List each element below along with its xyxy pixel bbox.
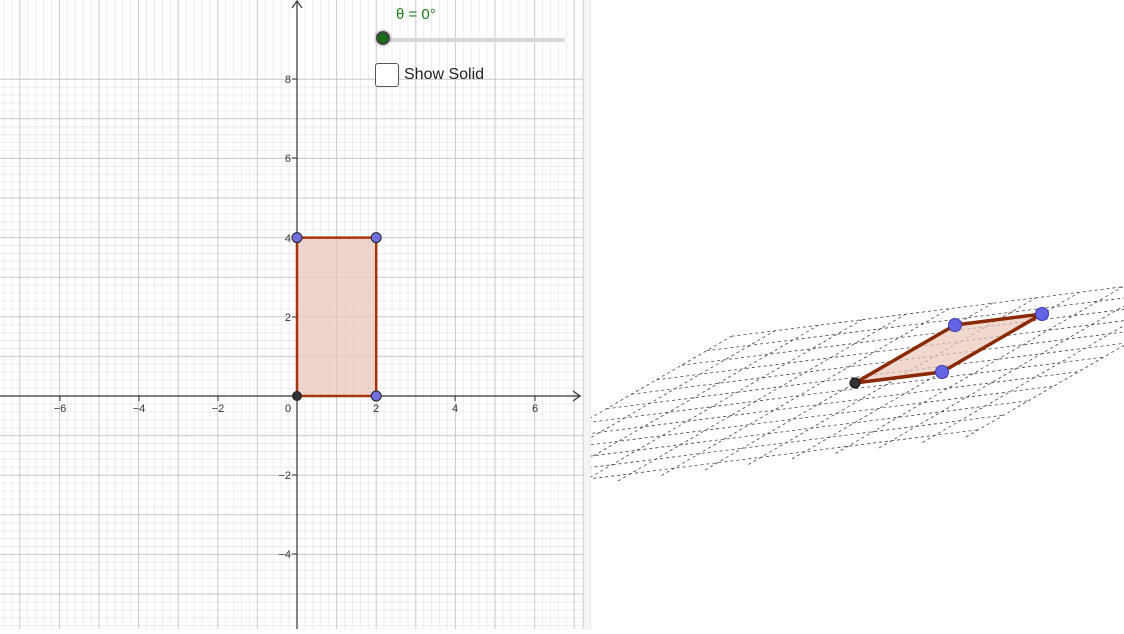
rectangle-polygon[interactable] — [297, 238, 376, 396]
grid-line — [591, 372, 1079, 438]
y-tick-label: 4 — [285, 233, 291, 245]
grid-line — [662, 309, 950, 476]
show-solid-checkbox[interactable]: Show Solid — [375, 63, 484, 87]
grid-line — [618, 314, 906, 481]
theta-slider[interactable]: θ = 0° — [372, 4, 572, 54]
y-tick-label: −2 — [278, 470, 291, 482]
vertex-point-3d[interactable] — [1036, 308, 1049, 321]
x-tick-label: 2 — [373, 403, 379, 415]
theta-slider-label: θ = 0° — [396, 6, 436, 23]
y-tick-label: −4 — [278, 549, 291, 561]
origin-point[interactable] — [293, 392, 302, 401]
vertex-point[interactable] — [371, 233, 381, 243]
major-grid — [0, 0, 583, 629]
checkbox-box[interactable] — [375, 63, 399, 87]
graphics-2d-canvas[interactable]: −6 −4 −2 0 2 4 6 8 6 4 2 −2 −4 — [0, 0, 583, 629]
origin-label: 0 — [285, 403, 291, 415]
x-tick-label: 4 — [452, 403, 458, 415]
vertex-point[interactable] — [371, 391, 381, 401]
x-tick-label: −2 — [212, 403, 225, 415]
vertex-point[interactable] — [292, 233, 302, 243]
y-tick-label: 8 — [285, 74, 291, 86]
graphics-3d-view[interactable] — [591, 0, 1124, 629]
grid-line — [591, 415, 1004, 481]
grid-line — [632, 328, 1124, 394]
x-tick-label: 6 — [532, 403, 538, 415]
grid-line — [732, 270, 1124, 336]
y-tick-label: 6 — [285, 153, 291, 165]
y-tick-label: 2 — [285, 312, 291, 324]
grid-line — [591, 331, 775, 498]
graphics-3d-canvas[interactable] — [591, 0, 1124, 629]
origin-point-3d[interactable] — [850, 378, 860, 388]
vertex-point-3d[interactable] — [949, 319, 962, 332]
x-tick-label: −4 — [133, 403, 146, 415]
minor-grid — [0, 0, 583, 629]
grid-line — [591, 401, 1029, 467]
slider-handle[interactable] — [376, 31, 390, 45]
slider-track[interactable] — [382, 38, 565, 42]
graphics-2d-view[interactable]: −6 −4 −2 0 2 4 6 8 6 4 2 −2 −4 — [0, 0, 583, 629]
view-divider[interactable] — [583, 0, 591, 629]
show-solid-label: Show Solid — [404, 66, 484, 84]
grid-line — [591, 386, 1054, 452]
grid-line — [966, 270, 1124, 437]
vertex-point-3d[interactable] — [936, 366, 949, 379]
x-tick-label: −6 — [54, 403, 67, 415]
